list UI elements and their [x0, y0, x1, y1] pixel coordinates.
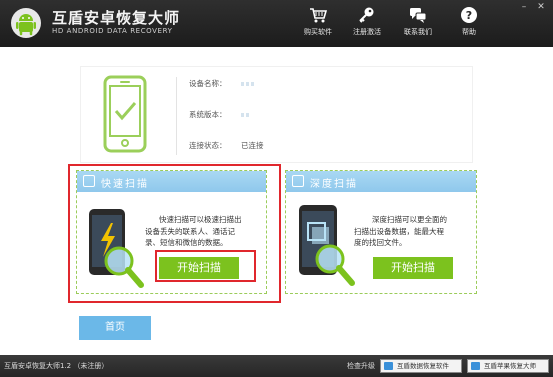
phone-layers-icon: [299, 205, 355, 286]
deep-scan-start-button[interactable]: 开始扫描: [373, 257, 453, 279]
deep-scan-description: 深度扫描可以更全面的 扫描出设备数据，能最大程 度的找回文件。: [354, 214, 447, 249]
svg-text:?: ?: [466, 9, 472, 22]
data-recovery-software-button[interactable]: 互盾数据恢复软件: [380, 359, 462, 373]
version-text: 互盾安卓恢复大师1.2 （未注册）: [4, 362, 109, 370]
register-button[interactable]: 注册激活: [341, 6, 393, 37]
deep-scan-title: 深度扫描: [310, 179, 358, 190]
app-subtitle: HD ANDROID DATA RECOVERY: [52, 27, 173, 35]
register-label: 注册激活: [353, 28, 381, 36]
check-update-link[interactable]: 检查升级: [347, 361, 375, 371]
panel-divider: [176, 77, 177, 155]
deep-scan-desc-line: 度的找回文件。: [354, 238, 407, 247]
key-icon: [359, 7, 374, 23]
deep-scan-header: 深度扫描: [286, 171, 476, 192]
system-version-row: 系统版本：: [189, 109, 251, 120]
close-icon[interactable]: ✕: [535, 2, 547, 12]
cart-icon: [310, 8, 327, 23]
device-info-panel: 设备名称： 系统版本： 连接状态： 已连接: [80, 66, 473, 163]
buy-software-label: 购买软件: [304, 28, 332, 36]
deep-scan-desc-line: 深度扫描可以更全面的: [372, 215, 447, 224]
data-recovery-label: 互盾数据恢复软件: [397, 362, 449, 370]
start-button-highlight-box: [155, 250, 256, 282]
app-title: 互盾安卓恢复大师: [52, 9, 181, 27]
apple-recovery-label: 互盾苹果恢复大师: [484, 362, 536, 370]
title-bar: 互盾安卓恢复大师 HD ANDROID DATA RECOVERY 购买软件 注…: [0, 0, 553, 47]
scan-frame-icon: [292, 175, 304, 187]
connection-status-value: 已连接: [241, 141, 264, 150]
chat-icon: [410, 8, 427, 23]
contact-label: 联系我们: [404, 28, 432, 36]
connection-status-label: 连接状态：: [189, 141, 227, 150]
quick-scan-highlight-box: [68, 164, 281, 303]
device-name-label: 设备名称：: [189, 79, 227, 88]
system-version-label: 系统版本：: [189, 110, 227, 119]
phone-connected-icon: [103, 75, 147, 153]
deep-scan-desc-line: 扫描出设备数据，能最大程: [354, 226, 444, 236]
help-button[interactable]: ? 帮助: [443, 6, 495, 37]
apple-recovery-icon: [471, 362, 480, 370]
data-recovery-icon: [384, 362, 393, 370]
help-icon: ?: [461, 7, 477, 23]
device-name-row: 设备名称：: [189, 78, 256, 89]
minimize-icon[interactable]: –: [518, 2, 530, 12]
home-button[interactable]: 首页: [79, 316, 151, 340]
status-bar: 互盾安卓恢复大师1.2 （未注册） 检查升级 互盾数据恢复软件 互盾苹果恢复大师: [0, 355, 553, 377]
contact-button[interactable]: 联系我们: [392, 6, 444, 37]
apple-recovery-button[interactable]: 互盾苹果恢复大师: [467, 359, 549, 373]
deep-scan-card: 深度扫描 深度扫描可以更全面的 扫描出设备数据，能最大程 度的找回文件。 开始扫…: [285, 170, 477, 294]
help-label: 帮助: [462, 28, 476, 36]
connection-status-row: 连接状态： 已连接: [189, 140, 264, 151]
android-logo-icon: [11, 8, 41, 38]
buy-software-button[interactable]: 购买软件: [292, 6, 344, 37]
